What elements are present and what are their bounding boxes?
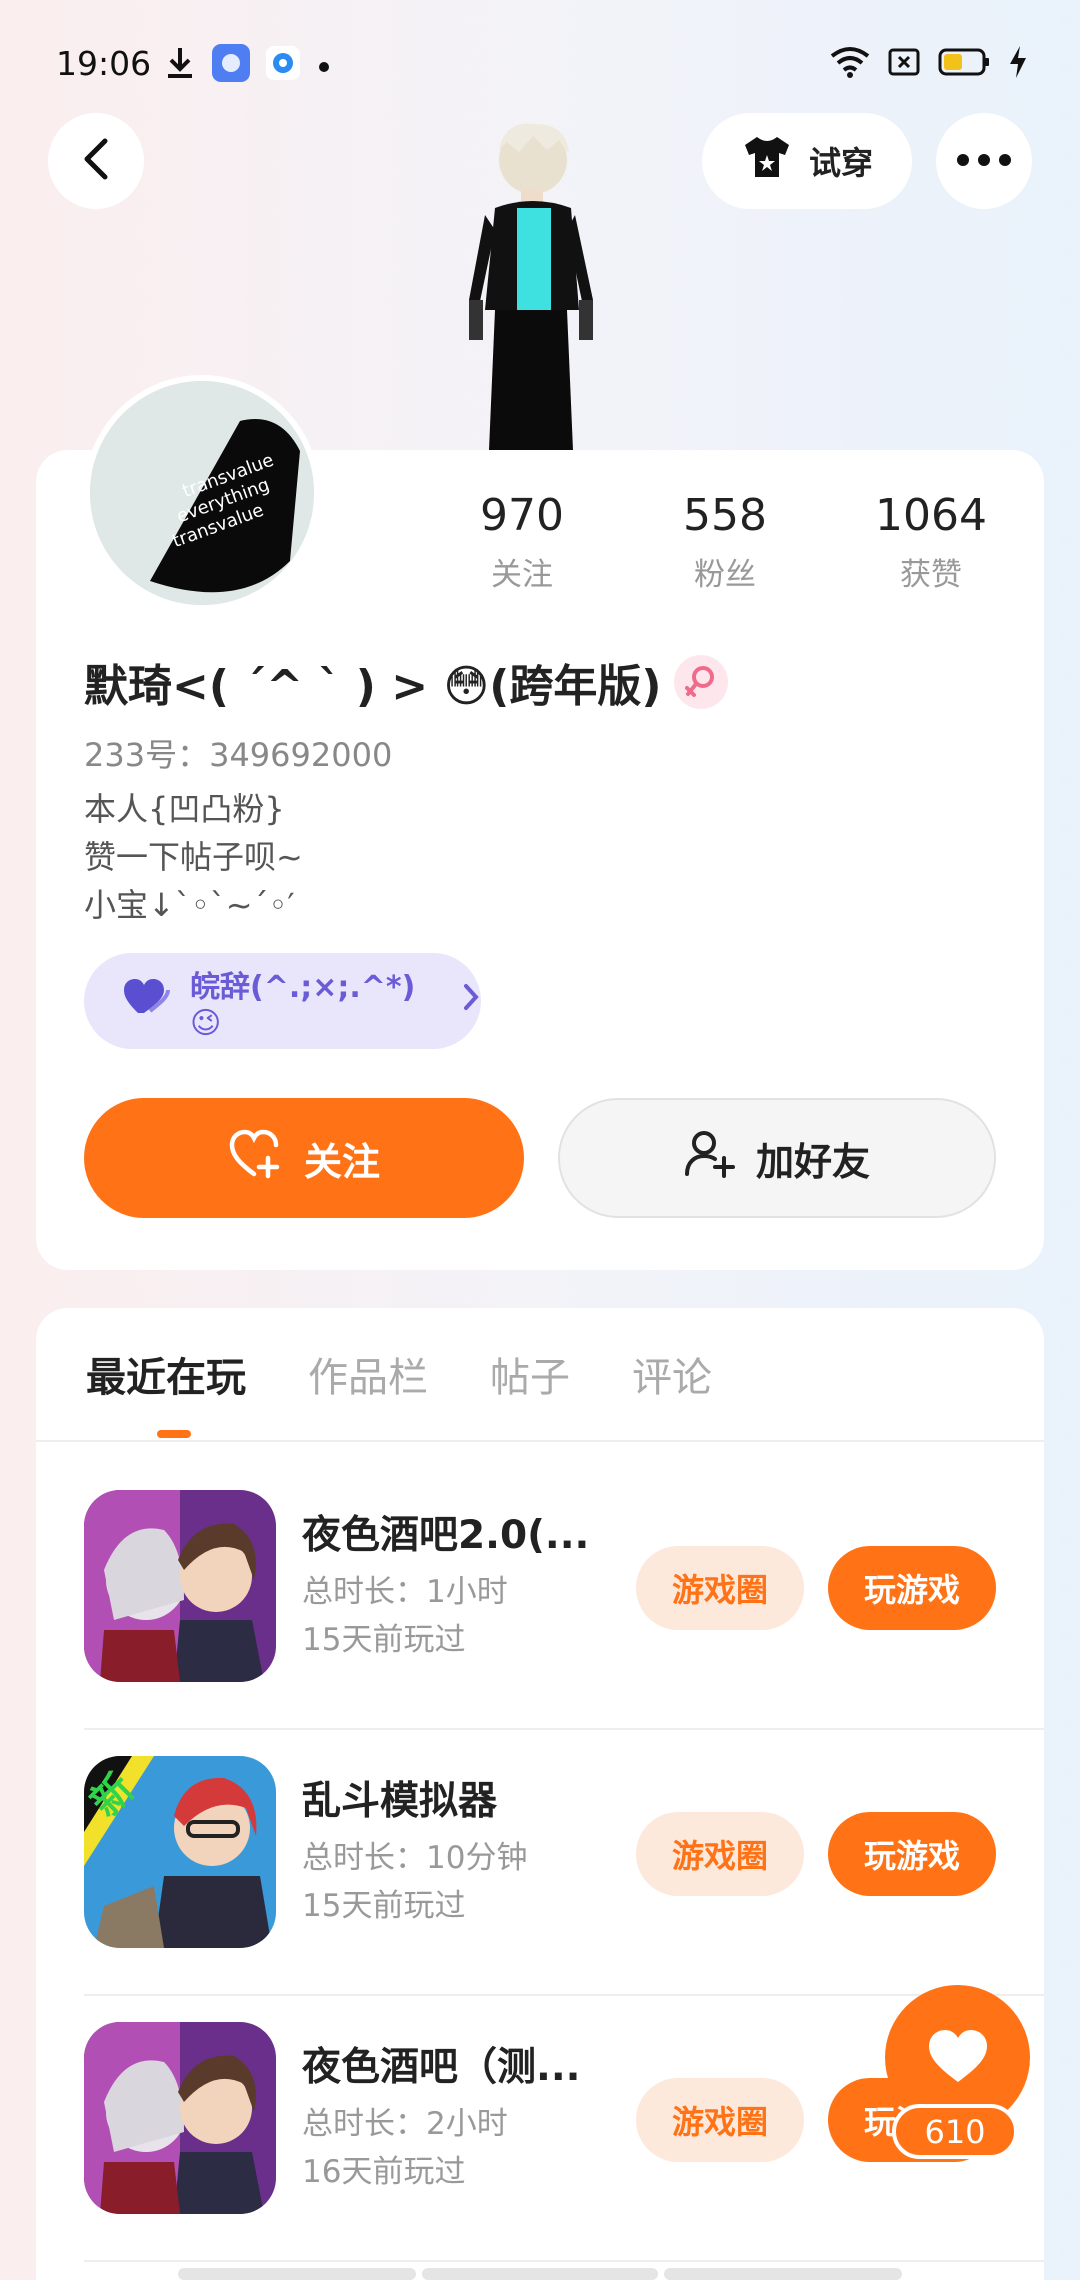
game-title: 夜色酒吧（测...: [302, 2045, 581, 2090]
game-thumbnail: [84, 1490, 276, 1682]
heart-plus-icon: [228, 1128, 284, 1189]
game-list-item[interactable]: 夜色酒吧2.0(... 总时长：1小时 15天前玩过 游戏圈 玩游戏: [84, 1464, 1044, 1730]
home-indicator: [422, 2268, 658, 2280]
game-last-played: 15天前玩过: [302, 1888, 466, 1924]
heart-icon: [927, 2028, 989, 2088]
status-right-icons: [830, 46, 1028, 82]
wifi-icon: [830, 46, 870, 82]
tab-comments[interactable]: 评论: [632, 1345, 712, 1403]
game-meta: 总时长：1小时 15天前玩过: [302, 1568, 508, 1664]
stat-label: 获赞: [900, 557, 962, 593]
stat-value: 970: [480, 490, 564, 541]
add-friend-label: 加好友: [755, 1139, 870, 1184]
stat-likes[interactable]: 1064 获赞: [851, 490, 1011, 594]
back-button[interactable]: [48, 113, 144, 209]
female-gender-icon: [673, 655, 728, 709]
stat-followers[interactable]: 558 粉丝: [645, 490, 805, 594]
tab-divider: [36, 1440, 1044, 1442]
nickname-row: 默琦<( ´^ ` ) > 😳(跨年版): [84, 650, 728, 714]
game-last-played: 15天前玩过: [302, 1622, 466, 1658]
game-meta: 总时长：2小时 16天前玩过: [302, 2100, 508, 2196]
bio-line: 赞一下帖子呗~: [84, 838, 303, 876]
more-dots-icon: [956, 152, 1012, 171]
add-friend-button[interactable]: 加好友: [558, 1098, 996, 1218]
follow-button[interactable]: 关注: [84, 1098, 524, 1218]
like-count: 610: [892, 2104, 1018, 2159]
game-duration: 总时长：1小时: [302, 1574, 508, 1610]
game-meta: 总时长：10分钟 15天前玩过: [302, 1834, 527, 1930]
cp-tag-pill[interactable]: 皖辞(^.;×;.^*)😉: [84, 953, 481, 1049]
chevron-right-icon: [461, 982, 481, 1020]
play-game-button[interactable]: 玩游戏: [828, 1812, 996, 1896]
game-circle-button[interactable]: 游戏圈: [636, 1812, 804, 1896]
stat-label: 关注: [491, 557, 553, 593]
stat-value: 558: [683, 490, 767, 541]
game-circle-button[interactable]: 游戏圈: [636, 1546, 804, 1630]
more-button[interactable]: [936, 113, 1032, 209]
try-on-button[interactable]: 试穿: [702, 113, 912, 209]
avatar-image: transvalue everything transvalue: [90, 381, 314, 605]
stat-following[interactable]: 970 关注: [442, 490, 602, 594]
battery-icon: [938, 47, 990, 81]
status-time: 19:06: [56, 44, 152, 83]
app-notification-icon: [266, 46, 300, 84]
row-divider: [84, 2260, 1044, 2262]
tag-label: 皖辞(^.;×;.^*)😉: [190, 969, 416, 1041]
user-id: 233号：349692000: [84, 736, 393, 774]
game-title: 夜色酒吧2.0(...: [302, 1513, 590, 1558]
nickname: 默琦<( ´^ ` ) > 😳(跨年版): [84, 661, 662, 712]
home-indicator: [664, 2268, 902, 2280]
download-icon: [166, 46, 194, 84]
tab-recently-played[interactable]: 最近在玩: [86, 1345, 246, 1403]
game-circle-button[interactable]: 游戏圈: [636, 2078, 804, 2162]
tshirt-icon: [741, 135, 793, 187]
play-game-button[interactable]: 玩游戏: [828, 1546, 996, 1630]
tab-active-indicator: [157, 1430, 191, 1438]
game-thumbnail: [84, 2022, 276, 2214]
status-bar: 19:06: [0, 0, 1080, 130]
follow-label: 关注: [303, 1139, 380, 1184]
tab-posts[interactable]: 帖子: [490, 1345, 570, 1403]
stat-value: 1064: [875, 490, 987, 541]
try-on-label: 试穿: [808, 144, 873, 182]
charging-icon: [1008, 46, 1028, 82]
game-title: 乱斗模拟器: [302, 1779, 498, 1824]
profile-tabs: 最近在玩 作品栏 帖子 评论: [86, 1345, 712, 1403]
game-duration: 总时长：2小时: [302, 2106, 508, 2142]
home-indicator: [178, 2268, 416, 2280]
dot-icon: [318, 58, 330, 77]
chevron-left-icon: [79, 137, 113, 185]
avatar-3d-figure[interactable]: [455, 120, 605, 450]
app-notification-icon: [212, 44, 250, 86]
game-duration: 总时长：10分钟: [302, 1840, 528, 1876]
game-list-item[interactable]: 新 乱斗模拟器 总时长：10分钟 15天前玩过 游戏圈 玩游戏: [84, 1730, 1044, 1996]
game-last-played: 16天前玩过: [302, 2154, 466, 2190]
stat-label: 粉丝: [694, 557, 756, 593]
add-user-icon: [684, 1128, 736, 1189]
game-thumbnail: 新: [84, 1756, 276, 1948]
bio: 本人{凹凸粉} 赞一下帖子呗~ 小宝↓`◦`~´◦′: [84, 785, 303, 929]
bio-line: 小宝↓`◦`~´◦′: [84, 886, 295, 924]
heart-icon: [124, 977, 174, 1025]
bio-line: 本人{凹凸粉}: [84, 790, 285, 828]
avatar[interactable]: transvalue everything transvalue: [84, 375, 320, 611]
sim-icon: [888, 48, 920, 80]
tab-works[interactable]: 作品栏: [308, 1345, 428, 1403]
